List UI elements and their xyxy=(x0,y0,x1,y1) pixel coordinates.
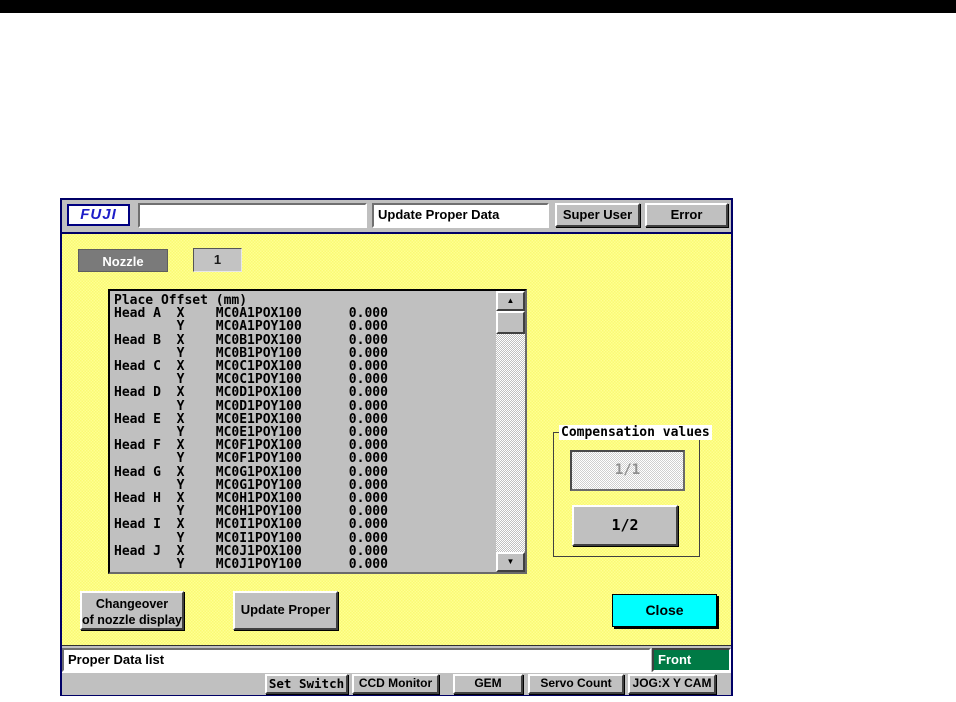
update-proper-button[interactable]: Update Proper xyxy=(233,591,338,630)
fuji-logo: FUJI xyxy=(67,204,130,226)
screen-title-field: Update Proper Data xyxy=(372,203,549,228)
ratio-1-1-button[interactable]: 1/1 xyxy=(570,450,685,491)
list-row: Head I X MC0I1POX100 0.000 xyxy=(114,517,388,533)
arrow-down-icon: ▼ xyxy=(506,557,515,566)
list-row: Head D X MC0D1POX100 0.000 xyxy=(114,385,388,401)
bottom-toolbar: Set Switch CCD Monitor GEM Servo Count J… xyxy=(62,672,731,695)
scrollbar-thumb[interactable] xyxy=(496,311,525,334)
list-content: Place Offset (mm) Head A X MC0A1POX100 0… xyxy=(114,294,495,572)
changeover-line2: of nozzle display xyxy=(82,613,183,628)
proper-data-list[interactable]: Place Offset (mm) Head A X MC0A1POX100 0… xyxy=(108,289,527,574)
scroll-down-button[interactable]: ▼ xyxy=(496,552,525,572)
list-row: Y MC0D1POY100 0.000 xyxy=(114,398,388,414)
compensation-values-group: Compensation values 1/1 1/2 xyxy=(553,425,712,557)
super-user-button[interactable]: Super User xyxy=(555,203,640,227)
list-row: Head G X MC0G1POX100 0.000 xyxy=(114,464,388,480)
scroll-up-button[interactable]: ▲ xyxy=(496,291,525,311)
changeover-nozzle-display-button[interactable]: Changeover of nozzle display xyxy=(80,591,184,630)
status-bar: Proper Data list Front xyxy=(62,645,731,673)
close-button[interactable]: Close xyxy=(612,594,717,627)
set-switch-button[interactable]: Set Switch xyxy=(265,674,348,694)
list-row: Y MC0F1POY100 0.000 xyxy=(114,451,388,467)
list-row: Y MC0I1POY100 0.000 xyxy=(114,530,388,546)
nozzle-label: Nozzle xyxy=(78,249,168,272)
client-area: Nozzle 1 Place Offset (mm) Head A X MC0A… xyxy=(62,234,731,645)
ratio-1-2-button[interactable]: 1/2 xyxy=(572,505,678,546)
jog-xy-cam-button[interactable]: JOG:X Y CAM xyxy=(628,674,716,694)
status-message-field: Proper Data list xyxy=(62,648,651,672)
changeover-line1: Changeover xyxy=(95,597,169,611)
nozzle-value-field[interactable]: 1 xyxy=(193,248,242,272)
error-button[interactable]: Error xyxy=(645,203,728,227)
list-row: Y MC0A1POY100 0.000 xyxy=(114,319,388,335)
front-indicator: Front xyxy=(652,648,731,672)
servo-count-button[interactable]: Servo Count xyxy=(528,674,624,694)
vertical-scrollbar[interactable]: ▲ ▼ xyxy=(496,291,525,572)
machine-name-field[interactable] xyxy=(138,203,367,228)
list-row: Y MC0J1POY100 0.000 xyxy=(114,557,388,572)
list-row: Head B X MC0B1POX100 0.000 xyxy=(114,332,388,348)
arrow-up-icon: ▲ xyxy=(506,296,515,305)
top-black-bar xyxy=(0,0,956,13)
ccd-monitor-button[interactable]: CCD Monitor xyxy=(352,674,439,694)
gem-button[interactable]: GEM xyxy=(453,674,523,694)
update-proper-data-window: FUJI Update Proper Data Super User Error… xyxy=(60,198,733,696)
compensation-values-label: Compensation values xyxy=(559,425,712,440)
window-header: FUJI Update Proper Data Super User Error xyxy=(62,200,731,234)
